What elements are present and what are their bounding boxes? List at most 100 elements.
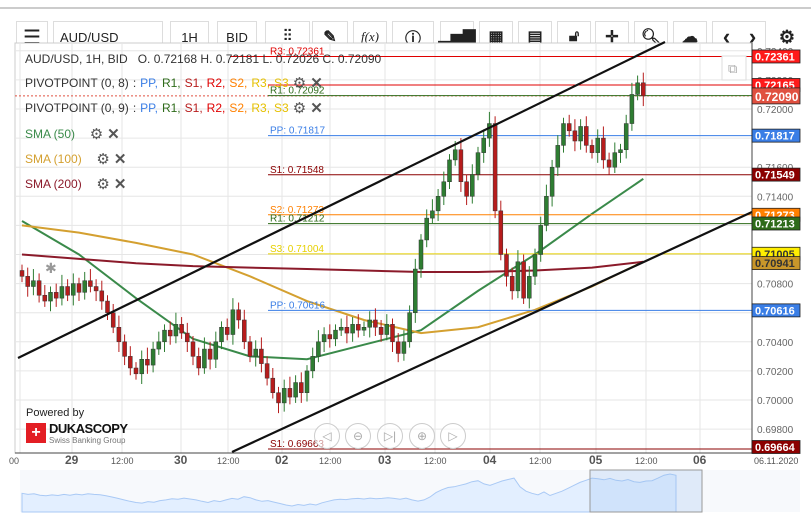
- candle-body: [407, 312, 412, 343]
- candle-body: [321, 334, 327, 343]
- scroll-left-button[interactable]: ◁: [314, 423, 340, 449]
- candle-body: [185, 332, 190, 343]
- candle-body: [65, 286, 70, 296]
- candle-body: [219, 327, 224, 343]
- candle-body: [236, 309, 241, 321]
- candle-body: [447, 159, 452, 183]
- s3-key: S3: [274, 76, 289, 90]
- candle-body: [281, 388, 287, 404]
- candle: [521, 254, 526, 304]
- candle-body: [424, 217, 429, 241]
- y-tick-label: 0.71400: [757, 192, 794, 203]
- reset-button[interactable]: ▷|: [377, 423, 403, 449]
- x-tick-label: 05: [589, 453, 603, 467]
- y-tick-label: 0.70000: [757, 396, 794, 407]
- candle-body: [601, 137, 606, 161]
- bug-icon[interactable]: ✱: [45, 260, 57, 277]
- pivot-label: PP: 0.70616: [270, 300, 325, 311]
- swiss-cross-icon: +: [26, 423, 46, 443]
- candle-body: [202, 348, 207, 369]
- price-tag: 0.69664: [751, 440, 801, 454]
- candle-body: [116, 327, 122, 343]
- candle-body: [242, 319, 247, 343]
- candle-body: [350, 324, 355, 334]
- indicator-name: PIVOTPOINT (0, 8): [25, 76, 129, 90]
- price-tag-label: 0.71213: [755, 219, 795, 231]
- indicator-name: PIVOTPOINT (0, 9): [25, 101, 129, 115]
- candle-body: [31, 280, 36, 287]
- close-icon[interactable]: ✕: [107, 125, 120, 143]
- candle-body: [93, 286, 99, 292]
- zoom-in-button[interactable]: ⊕: [409, 423, 435, 449]
- candle-body: [618, 149, 623, 153]
- candle-body: [487, 123, 492, 139]
- close-icon[interactable]: ✕: [114, 150, 127, 168]
- y-tick-label: 0.72000: [757, 105, 794, 116]
- candle-body: [481, 137, 486, 153]
- candle-body: [527, 276, 532, 299]
- price-tag-label: 0.70616: [755, 305, 795, 317]
- indicator-name: SMA (200): [25, 177, 82, 191]
- x-tick-label: 00: [9, 456, 20, 466]
- candle-body: [464, 181, 469, 197]
- close-icon[interactable]: ✕: [310, 99, 323, 117]
- candle-body: [196, 356, 201, 369]
- x-tick-label: 12:00: [424, 456, 447, 466]
- candle-body: [373, 319, 378, 328]
- price-tag-label: 0.72090: [755, 90, 799, 104]
- scroll-right-button[interactable]: ▷: [440, 423, 466, 449]
- candle-body: [270, 377, 276, 393]
- close-icon[interactable]: ✕: [114, 175, 127, 193]
- price-tag-label: 0.71549: [755, 170, 795, 182]
- candle-body: [470, 174, 475, 197]
- brand-name: DUKASCOPY: [49, 421, 128, 436]
- gear-icon[interactable]: ⚙: [293, 99, 306, 117]
- sma100-legend: SMA (100) ⚙ ✕: [25, 150, 126, 168]
- price-axis[interactable]: 0.724000.722000.720000.718000.716000.714…: [757, 47, 794, 436]
- price-tag-label: 0.72361: [755, 51, 795, 63]
- price-tag-label: 0.71817: [755, 131, 795, 143]
- candle-body: [213, 341, 219, 360]
- candle-body: [253, 348, 258, 357]
- candle-body: [299, 382, 304, 393]
- candle-body: [287, 388, 293, 398]
- candle-body: [395, 341, 401, 354]
- price-tag: 0.70616: [751, 303, 801, 317]
- gear-icon[interactable]: ⚙: [293, 74, 306, 92]
- candle-body: [538, 225, 543, 255]
- ohlc-text: AUD/USD, 1H, BID O. 0.72168 H. 0.72181 L…: [25, 52, 382, 66]
- close-icon[interactable]: ✕: [310, 74, 323, 92]
- indicator-name: SMA (50): [25, 127, 76, 141]
- candle-body: [36, 280, 42, 296]
- candle-body: [532, 254, 538, 277]
- candle-body: [549, 166, 555, 197]
- navigator-window[interactable]: [589, 469, 703, 513]
- s1-key: S1,: [184, 76, 203, 90]
- candle-body: [259, 348, 264, 364]
- candle-body: [167, 329, 173, 337]
- candle-body: [589, 145, 595, 153]
- gear-icon[interactable]: ⚙: [90, 125, 103, 143]
- candle-body: [150, 348, 156, 366]
- r3-key: R3,: [251, 101, 271, 115]
- candle-body: [88, 280, 93, 287]
- candle: [492, 116, 498, 219]
- x-tick-label: 04: [483, 453, 497, 467]
- pivot-label: S1: 0.71548: [270, 165, 324, 176]
- separator: :: [132, 101, 137, 115]
- candle-body: [384, 324, 390, 335]
- price-tag: 0.71213: [751, 216, 801, 231]
- r1-key: R1,: [161, 76, 181, 90]
- candle-body: [401, 341, 407, 354]
- candle-body: [99, 290, 105, 302]
- x-tick-label: 03: [378, 453, 392, 467]
- price-tag-label: 0.70941: [755, 258, 795, 270]
- candle-body: [19, 270, 25, 277]
- candle-body: [145, 359, 150, 366]
- gear-icon[interactable]: ⚙: [96, 175, 109, 193]
- gear-icon[interactable]: ⚙: [96, 150, 109, 168]
- pivot-legend-9: PIVOTPOINT (0, 9) : PP, R1, S1, R2, S2, R3, S3…: [25, 99, 323, 117]
- pivot-label: S3: 0.71004: [270, 244, 324, 255]
- zoom-out-button[interactable]: ⊖: [345, 423, 371, 449]
- y-tick-label: 0.69800: [757, 425, 794, 436]
